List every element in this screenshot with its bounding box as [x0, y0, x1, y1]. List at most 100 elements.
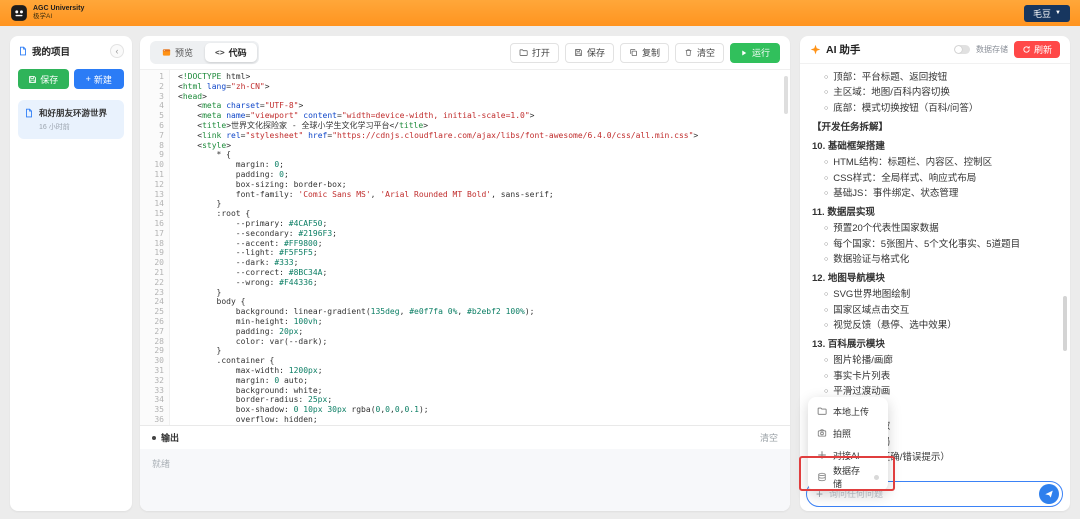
folder-icon: [519, 48, 528, 57]
editor-header: 预览 <> 代码 打开 保存 复制: [140, 36, 790, 70]
line-number: 30: [140, 356, 164, 366]
save-label: 保存: [587, 46, 605, 59]
menu-item-connect-ai[interactable]: 对接AI: [808, 444, 888, 466]
code-line: box-sizing: border-box;: [178, 180, 790, 190]
assistant-heading: 12. 地图导航模块: [812, 272, 1058, 286]
send-button[interactable]: [1039, 484, 1059, 504]
code-line: }: [178, 288, 790, 298]
bullet-text: HTML结构：标题栏、内容区、控制区: [833, 156, 992, 170]
line-number: 3: [140, 92, 164, 102]
open-button[interactable]: 打开: [510, 43, 559, 63]
project-list-item[interactable]: 和好朋友环游世界 16 小时前: [18, 100, 124, 139]
folder-icon: [817, 406, 827, 416]
storage-toggle[interactable]: [954, 45, 970, 54]
logo-icon: [10, 4, 28, 22]
assistant-bullet-item: ○SVG世界地图绘制: [812, 288, 1058, 302]
menu-item-data-storage[interactable]: 数据存储: [808, 466, 888, 488]
menu-item-photo[interactable]: 拍照: [808, 422, 888, 444]
line-number: 2: [140, 82, 164, 92]
bullet-text: SVG世界地图绘制: [833, 288, 910, 302]
code-line: background: linear-gradient(135deg, #e0f…: [178, 307, 790, 317]
projects-title: 我的项目: [32, 44, 70, 58]
line-number: 22: [140, 278, 164, 288]
editor-scrollbar[interactable]: [784, 76, 788, 114]
save-label: 保存: [40, 73, 58, 86]
assistant-heading: 10. 基础框架搭建: [812, 140, 1058, 154]
assistant-bullet-item: ○ 视觉反馈（悬停、选中效果）: [812, 319, 1058, 333]
assistant-bullet-item: ○预置20个代表性国家数据: [812, 222, 1058, 236]
bullet-icon: ○: [824, 102, 828, 116]
line-number: 16: [140, 219, 164, 229]
code-line: }: [178, 199, 790, 209]
line-number: 18: [140, 239, 164, 249]
bullet-icon: ○: [824, 222, 828, 236]
projects-panel: 我的项目 ‹ 保存 + 新建 和好朋友环游世界 16 小时前: [10, 36, 132, 511]
tab-code[interactable]: <> 代码: [205, 43, 257, 62]
save-code-button[interactable]: 保存: [565, 43, 614, 63]
output-console: 就绪: [140, 449, 790, 511]
save-icon: [28, 75, 37, 84]
code-line: max-width: 1200px;: [178, 366, 790, 376]
code-line: margin: 0;: [178, 160, 790, 170]
code-line: padding: 0;: [178, 170, 790, 180]
bullet-text: 视觉反馈（悬停、选中效果）: [833, 319, 957, 333]
user-menu-button[interactable]: 毛豆 ▼: [1024, 5, 1070, 22]
assistant-bullet-item: ○国家区域点击交互: [812, 304, 1058, 318]
code-line: background: white;: [178, 386, 790, 396]
code-line: <!DOCTYPE html>: [178, 72, 790, 82]
projects-header: 我的项目 ‹: [18, 44, 124, 58]
new-project-button[interactable]: + 新建: [74, 69, 125, 89]
assistant-bullet-item: ○事实卡片列表: [812, 370, 1058, 384]
refresh-icon: [1022, 45, 1031, 54]
collapse-sidebar-button[interactable]: ‹: [110, 44, 124, 58]
bullet-icon: ○: [824, 172, 828, 186]
bullet-icon: ○: [824, 319, 828, 333]
code-line: .container {: [178, 356, 790, 366]
code-line: --primary: #4CAF50;: [178, 219, 790, 229]
menu-item-local-upload[interactable]: 本地上传: [808, 400, 888, 422]
code-line: min-height: 100vh;: [178, 317, 790, 327]
code-editor[interactable]: 1234567891011121314151617181920212223242…: [140, 70, 790, 425]
line-number: 15: [140, 209, 164, 219]
line-number: 10: [140, 160, 164, 170]
clear-button[interactable]: 清空: [675, 43, 724, 63]
menu-label: 本地上传: [833, 405, 869, 418]
code-line: --correct: #8BC34A;: [178, 268, 790, 278]
copy-button[interactable]: 复制: [620, 43, 669, 63]
line-number: 23: [140, 288, 164, 298]
code-line: * {: [178, 150, 790, 160]
line-number: 27: [140, 327, 164, 337]
code-icon: <>: [215, 48, 225, 57]
bullet-text: 图片轮播/画廊: [833, 354, 893, 368]
code-line: <meta name="viewport" content="width=dev…: [178, 111, 790, 121]
run-button[interactable]: 运行: [730, 43, 780, 63]
line-number: 32: [140, 376, 164, 386]
copy-label: 复制: [642, 46, 660, 59]
assistant-bullet-item: ○每个国家：5张图片、5个文化事实、5道题目: [812, 238, 1058, 252]
refresh-button[interactable]: 刷新: [1014, 41, 1060, 58]
code-line: <html lang="zh-CN">: [178, 82, 790, 92]
code-line: <head>: [178, 92, 790, 102]
assistant-heading: 【开发任务拆解】: [812, 121, 1058, 135]
trash-icon: [684, 48, 693, 57]
bullet-text: 顶部：平台标题、返回按钮: [833, 71, 947, 85]
brand-line2: 极学AI: [33, 13, 84, 20]
output-clear-button[interactable]: 清空: [760, 431, 778, 444]
assistant-scrollbar[interactable]: [1063, 296, 1067, 351]
bullet-icon: ○: [824, 238, 828, 252]
save-icon: [574, 48, 583, 57]
code-line: body {: [178, 297, 790, 307]
editor-toolbar: 打开 保存 复制 清空 运行: [510, 43, 780, 63]
line-number: 17: [140, 229, 164, 239]
code-line: color: var(--dark);: [178, 337, 790, 347]
bullet-text: CSS样式：全局样式、响应式布局: [833, 172, 976, 186]
tab-preview[interactable]: 预览: [152, 43, 203, 62]
attachment-menu: 本地上传 拍照 对接AI 数据存储: [808, 397, 888, 491]
line-number: 19: [140, 248, 164, 258]
save-project-button[interactable]: 保存: [18, 69, 69, 89]
output-status: 就绪: [152, 459, 170, 469]
brand-text: AGC University 极学AI: [33, 5, 84, 21]
line-number: 34: [140, 395, 164, 405]
bullet-icon: ○: [824, 156, 828, 170]
assistant-heading: 13. 百科展示模块: [812, 338, 1058, 352]
